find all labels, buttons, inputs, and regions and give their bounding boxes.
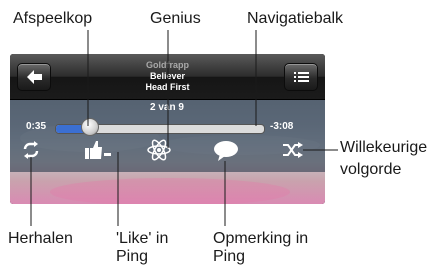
song-title: Believer: [149, 71, 186, 81]
now-playing-screen: Goldfrapp Believer Head First 2 van 9 0:…: [10, 54, 325, 204]
callout-comment-1: Opmerking in: [213, 230, 309, 247]
track-list-button[interactable]: [284, 63, 318, 91]
callout-shuffle-2: volgorde: [340, 161, 402, 178]
repeat-button[interactable]: [21, 141, 41, 159]
atom-icon: [147, 139, 171, 161]
back-button[interactable]: [17, 63, 51, 91]
callout-shuffle-1: Willekeurige: [340, 139, 428, 156]
repeat-icon: [23, 141, 39, 159]
navigation-bar: Goldfrapp Believer Head First: [10, 54, 325, 100]
like-button[interactable]: [84, 139, 112, 161]
back-arrow-icon: [27, 70, 42, 84]
speech-bubble-icon: [214, 141, 238, 161]
genius-button[interactable]: [146, 137, 172, 163]
elapsed-time: 0:35: [26, 121, 47, 132]
thumbs-up-icon: [85, 141, 111, 159]
playhead-knob[interactable]: [80, 118, 99, 136]
comment-button[interactable]: [212, 140, 240, 162]
callout-scrubber: Afspeelkop: [13, 10, 93, 27]
callout-nav: Navigatiebalk: [247, 10, 344, 27]
callout-repeat: Herhalen: [8, 230, 73, 247]
track-count: 2 van 9: [150, 102, 184, 113]
shuffle-icon: [283, 142, 303, 158]
album-title: Head First: [145, 82, 190, 92]
callout-like-2: Ping: [116, 248, 149, 265]
callout-genius: Genius: [150, 10, 201, 27]
callout-comment-2: Ping: [213, 248, 246, 265]
shuffle-button[interactable]: [282, 142, 304, 158]
remaining-time: -3:08: [270, 121, 294, 132]
track-list-icon: [294, 72, 309, 82]
artist-name: Goldfrapp: [146, 60, 189, 70]
callout-like-1: 'Like' in: [116, 230, 169, 247]
